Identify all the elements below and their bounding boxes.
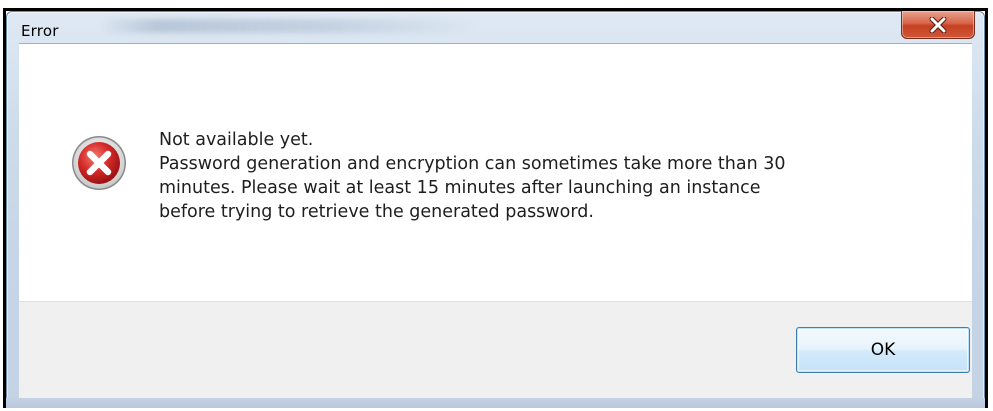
button-bar: OK: [19, 301, 972, 399]
error-message: Not available yet. Password generation a…: [159, 128, 949, 224]
title-bar[interactable]: Error: [7, 11, 984, 40]
close-button[interactable]: [901, 11, 975, 39]
blurred-background-title: [99, 19, 479, 33]
message-line: before trying to retrieve the generated …: [159, 202, 594, 222]
message-line: minutes. Please wait at least 15 minutes…: [159, 178, 761, 198]
message-line: Not available yet.: [159, 130, 314, 150]
window-bottom-edge: [6, 398, 985, 408]
error-icon: [72, 136, 126, 190]
message-line: Password generation and encryption can s…: [159, 154, 786, 174]
ok-button[interactable]: OK: [796, 327, 970, 373]
window-title: Error: [21, 22, 59, 40]
screen: Error Not available yet. Password genera…: [0, 0, 993, 411]
dialog-content: Not available yet. Password generation a…: [19, 43, 972, 302]
close-icon: [929, 16, 947, 33]
